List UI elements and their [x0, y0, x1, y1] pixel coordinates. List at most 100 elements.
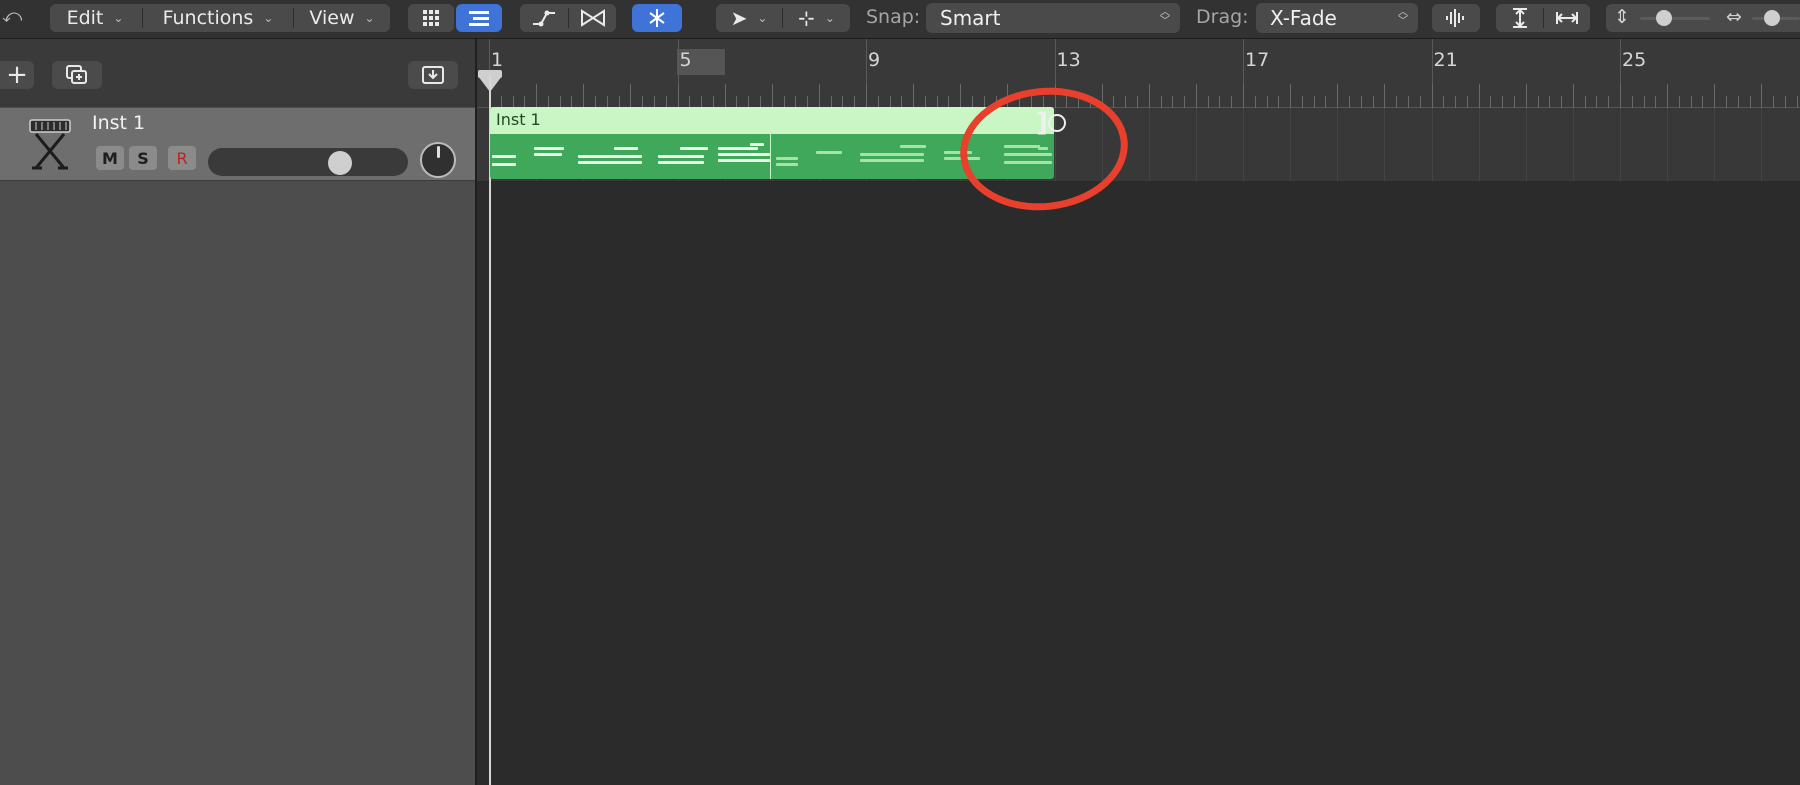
pointer-tool-menu[interactable]: ➤ ⌄ [716, 4, 782, 32]
duplicate-track-button[interactable] [52, 61, 102, 89]
ruler-tick [1278, 96, 1280, 108]
vertical-zoom-slider[interactable] [1640, 17, 1710, 20]
ruler-tick [960, 84, 962, 108]
ruler-tick [1525, 84, 1527, 108]
snap-alignment-icon [649, 9, 665, 27]
vertical-zoom-knob[interactable] [1656, 10, 1672, 26]
ruler-tick [1396, 96, 1398, 108]
ruler-tick [913, 84, 915, 108]
ruler-tick [1219, 96, 1221, 108]
vertical-fit-button[interactable] [1496, 4, 1543, 32]
ruler-tick [1490, 96, 1492, 108]
flex-icon [580, 9, 605, 27]
midi-note [718, 147, 758, 150]
solo-button[interactable]: S [129, 146, 157, 170]
ruler-tick [1726, 96, 1728, 108]
bar-grid-line [1290, 108, 1292, 181]
volume-slider[interactable] [208, 148, 408, 176]
snap-label: Snap: [866, 6, 921, 28]
ruler-tick [1784, 96, 1786, 108]
bar-ruler[interactable]: 1 5 9 13 17 21 25 [477, 39, 1800, 108]
tracks-icon [469, 11, 489, 26]
ruler-tick [1584, 96, 1586, 108]
pan-knob[interactable] [420, 142, 456, 178]
chevron-down-icon: ⌄ [263, 11, 274, 25]
horizontal-fit-icon [1556, 12, 1578, 24]
add-track-button[interactable]: + [0, 60, 34, 90]
ruler-tick [1384, 84, 1386, 108]
back-icon[interactable]: ⤺ [2, 5, 22, 27]
waveform-zoom-button[interactable] [1432, 4, 1480, 32]
bar-grid-line [1243, 108, 1244, 181]
pointer-icon: ➤ [730, 6, 748, 30]
bar-grid-line [1337, 108, 1339, 181]
ruler-tick [771, 84, 773, 108]
midi-note [680, 147, 708, 150]
bar-grid-line [1478, 108, 1480, 181]
ruler-bar-number: 21 [1433, 49, 1458, 71]
ruler-tick [1572, 84, 1574, 108]
ruler-tick [536, 84, 538, 108]
midi-note [534, 147, 564, 150]
automation-button[interactable] [520, 4, 568, 32]
flex-button[interactable] [569, 4, 616, 32]
ruler-tick [866, 84, 867, 108]
tracks-area[interactable] [477, 108, 1800, 785]
updown-chevron-icon: ︿ ﹀ [1160, 7, 1170, 27]
ruler-tick [1360, 96, 1362, 108]
chevron-down-icon: ⌄ [824, 11, 835, 25]
mute-button[interactable]: M [96, 146, 124, 170]
waveform-icon [1446, 9, 1464, 27]
keyboard-instrument-icon [29, 119, 71, 170]
ruler-bar-number: 25 [1622, 49, 1647, 71]
ruler-tick [1796, 96, 1798, 108]
ruler-tick [1231, 96, 1233, 108]
track-header[interactable]: Inst 1 M S R [0, 108, 475, 181]
ruler-tick [1325, 96, 1327, 108]
midi-note [534, 153, 562, 156]
vertical-fit-icon [1512, 8, 1527, 28]
snap-select[interactable]: Smart ︿ ﹀ [926, 3, 1180, 33]
catch-playhead-button[interactable] [632, 4, 682, 32]
ruler-tick [724, 84, 726, 108]
ruler-tick [1431, 84, 1433, 108]
horizontal-zoom-knob[interactable] [1764, 10, 1780, 26]
secondary-tool-menu[interactable]: ⊹ ⌄ [783, 4, 850, 32]
drag-select[interactable]: X-Fade ︿ ﹀ [1256, 3, 1418, 33]
ruler-tick [1407, 96, 1409, 108]
ruler-tick [1714, 84, 1716, 108]
ruler-tick [1254, 96, 1256, 108]
ruler-tick [1608, 96, 1610, 108]
bar-grid-line [1195, 108, 1197, 181]
ruler-tick [1372, 96, 1374, 108]
functions-menu[interactable]: Functions ⌄ [143, 4, 293, 32]
view-menu[interactable]: View ⌄ [294, 4, 390, 32]
crosshair-icon: ⊹ [798, 6, 815, 30]
midi-note [578, 155, 642, 158]
bar-grid-line [1431, 108, 1433, 181]
bar-grid-line [1714, 108, 1716, 181]
midi-note [578, 161, 642, 164]
ruler-tick [1702, 96, 1704, 108]
ruler-tick [1596, 96, 1598, 108]
tracks-view-button[interactable] [456, 4, 502, 32]
chevron-down-icon: ⌄ [364, 11, 375, 25]
ruler-bar-number: 9 [868, 49, 881, 71]
horizontal-fit-button[interactable] [1544, 4, 1590, 32]
playhead-line[interactable] [489, 75, 491, 785]
track-name[interactable]: Inst 1 [92, 112, 145, 134]
record-enable-button[interactable]: R [168, 146, 196, 170]
midi-note [718, 159, 770, 162]
download-button[interactable] [408, 61, 458, 89]
ruler-tick [677, 84, 679, 108]
ruler-tick [1148, 84, 1150, 108]
ruler-tick [1113, 96, 1115, 108]
volume-knob[interactable] [327, 151, 352, 175]
ruler-tick [1643, 96, 1645, 108]
ruler-tick [1631, 96, 1633, 108]
ruler-tick [1301, 96, 1303, 108]
horizontal-zoom-icon: ⇔ [1726, 6, 1742, 28]
grid-view-button[interactable] [408, 4, 454, 32]
midi-note [614, 147, 638, 150]
edit-menu[interactable]: Edit ⌄ [50, 4, 140, 32]
